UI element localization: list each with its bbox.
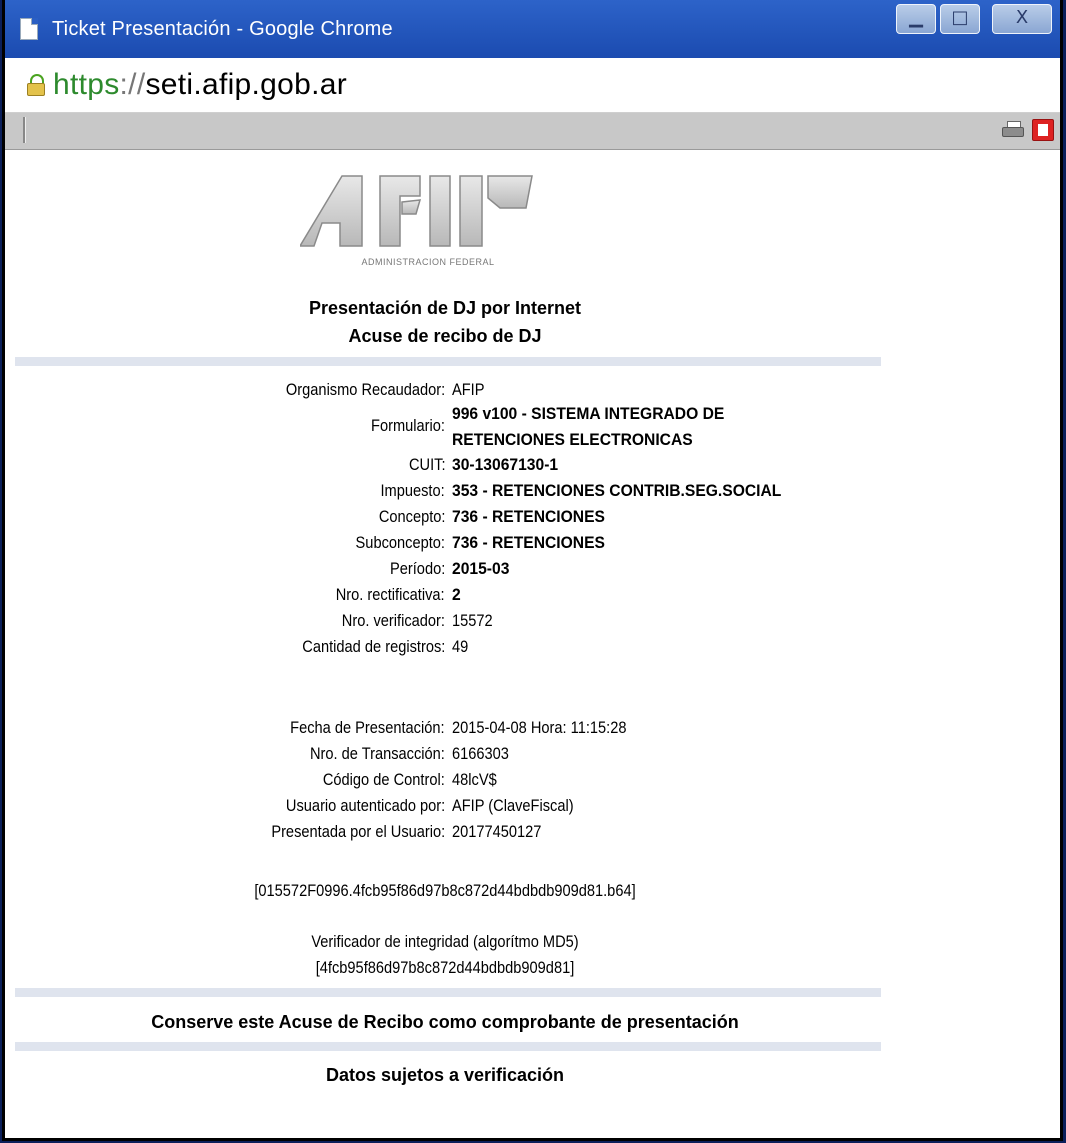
url-host: seti.afip.gob.ar (145, 68, 348, 101)
toolbar-grip (23, 117, 26, 143)
field-value: RETENCIONES ELECTRONICAS (452, 430, 693, 449)
field-value: 736 - RETENCIONES (452, 533, 605, 552)
field-presentada-por: Presentada por el Usuario: 20177450127 (5, 822, 905, 848)
field-organismo: Organismo Recaudador: AFIP (5, 380, 905, 406)
field-label: Usuario autenticado por: (285, 796, 445, 815)
close-button[interactable]: X (992, 4, 1052, 34)
keep-notice: Conserve este Acuse de Recibo como compr… (151, 1012, 739, 1032)
field-value: 15572 (452, 611, 493, 630)
divider-middle (15, 988, 881, 997)
field-verificador: Nro. verificador: 15572 (5, 611, 905, 637)
viewer-toolbar (5, 113, 1060, 150)
field-value: 6166303 (452, 744, 509, 763)
field-value: AFIP (ClaveFiscal) (452, 796, 574, 815)
field-formulario-line1: 996 v100 - SISTEMA INTEGRADO DE (5, 404, 905, 430)
field-fecha-presentacion: Fecha de Presentación: 2015-04-08 Hora: … (5, 718, 905, 744)
field-transaccion: Nro. de Transacción: 6166303 (5, 744, 905, 770)
title-bar[interactable]: Ticket Presentación - Google Chrome ▁ □ … (5, 0, 1060, 58)
field-label: Código de Control: (323, 770, 445, 789)
field-value: 736 - RETENCIONES (452, 507, 605, 526)
url-text[interactable]: https://seti.afip.gob.ar (53, 68, 347, 102)
field-cuit: CUIT: 30-13067130-1 (5, 455, 905, 481)
field-value: 353 - RETENCIONES CONTRIB.SEG.SOCIAL (452, 481, 782, 500)
integrity-hash: [4fcb95f86d97b8c872d44bdbdb909d81] (315, 958, 575, 977)
field-label: Nro. verificador: (341, 611, 445, 630)
divider-top (15, 357, 881, 366)
print-icon[interactable] (1002, 121, 1024, 139)
receipt-content: ADMINISTRACION FEDERAL Presentación de D… (5, 150, 1060, 1138)
field-label: Fecha de Presentación: (290, 718, 445, 737)
field-label: CUIT: (408, 455, 445, 474)
field-value: 20177450127 (452, 822, 542, 841)
field-value: 48lcV$ (452, 770, 497, 789)
field-label: Presentada por el Usuario: (271, 822, 445, 841)
field-value: 30-13067130-1 (452, 455, 559, 474)
field-label: Concepto: (378, 507, 445, 526)
address-bar[interactable]: https://seti.afip.gob.ar (5, 58, 1060, 113)
field-label: Nro. rectificativa: (336, 585, 445, 604)
maximize-button[interactable]: □ (940, 4, 980, 34)
field-label: Impuesto: (380, 481, 445, 500)
integrity-label: Verificador de integridad (algorítmo MD5… (311, 932, 579, 951)
field-value: 2015-03 (452, 559, 510, 578)
field-impuesto: Impuesto: 353 - RETENCIONES CONTRIB.SEG.… (5, 481, 905, 507)
field-label: Subconcepto: (355, 533, 445, 552)
lock-icon (27, 73, 47, 97)
logo-subtitle: ADMINISTRACION FEDERAL (361, 257, 494, 267)
browser-window: Ticket Presentación - Google Chrome ▁ □ … (2, 0, 1063, 1141)
file-identifier: [015572F0996.4fcb95f86d97b8c872d44bdbdb9… (254, 881, 636, 900)
field-value: 49 (452, 637, 469, 656)
field-label: Nro. de Transacción: (310, 744, 445, 763)
url-scheme: https (53, 68, 120, 101)
field-label: Cantidad de registros: (301, 637, 445, 656)
receipt-subtitle: Acuse de recibo de DJ (348, 326, 542, 346)
field-value: 2 (452, 585, 461, 604)
field-codigo-control: Código de Control: 48lcV$ (5, 770, 905, 796)
field-value: AFIP (452, 380, 485, 399)
field-value: 996 v100 - SISTEMA INTEGRADO DE (452, 404, 725, 423)
minimize-button[interactable]: ▁ (896, 4, 936, 34)
field-registros: Cantidad de registros: 49 (5, 637, 905, 663)
verification-notice: Datos sujetos a verificación (325, 1065, 565, 1085)
window-title: Ticket Presentación - Google Chrome (52, 17, 393, 40)
afip-logo: ADMINISTRACION FEDERAL (300, 175, 533, 267)
field-rectificativa: Nro. rectificativa: 2 (5, 585, 905, 611)
divider-bottom (15, 1042, 881, 1051)
field-formulario-line2: RETENCIONES ELECTRONICAS (5, 430, 905, 456)
receipt-title: Presentación de DJ por Internet (308, 298, 582, 318)
field-subconcepto: Subconcepto: 736 - RETENCIONES (5, 533, 905, 559)
field-periodo: Período: 2015-03 (5, 559, 905, 585)
page-icon (20, 18, 38, 40)
field-value: 2015-04-08 Hora: 11:15:28 (452, 718, 627, 737)
field-usuario-autenticado: Usuario autenticado por: AFIP (ClaveFisc… (5, 796, 905, 822)
field-label: Organismo Recaudador: (285, 380, 445, 399)
window-controls: ▁ □ X (896, 4, 1052, 34)
field-label: Período: (389, 559, 445, 578)
pdf-icon[interactable] (1032, 119, 1054, 141)
field-concepto: Concepto: 736 - RETENCIONES (5, 507, 905, 533)
url-separator: :// (119, 68, 146, 101)
